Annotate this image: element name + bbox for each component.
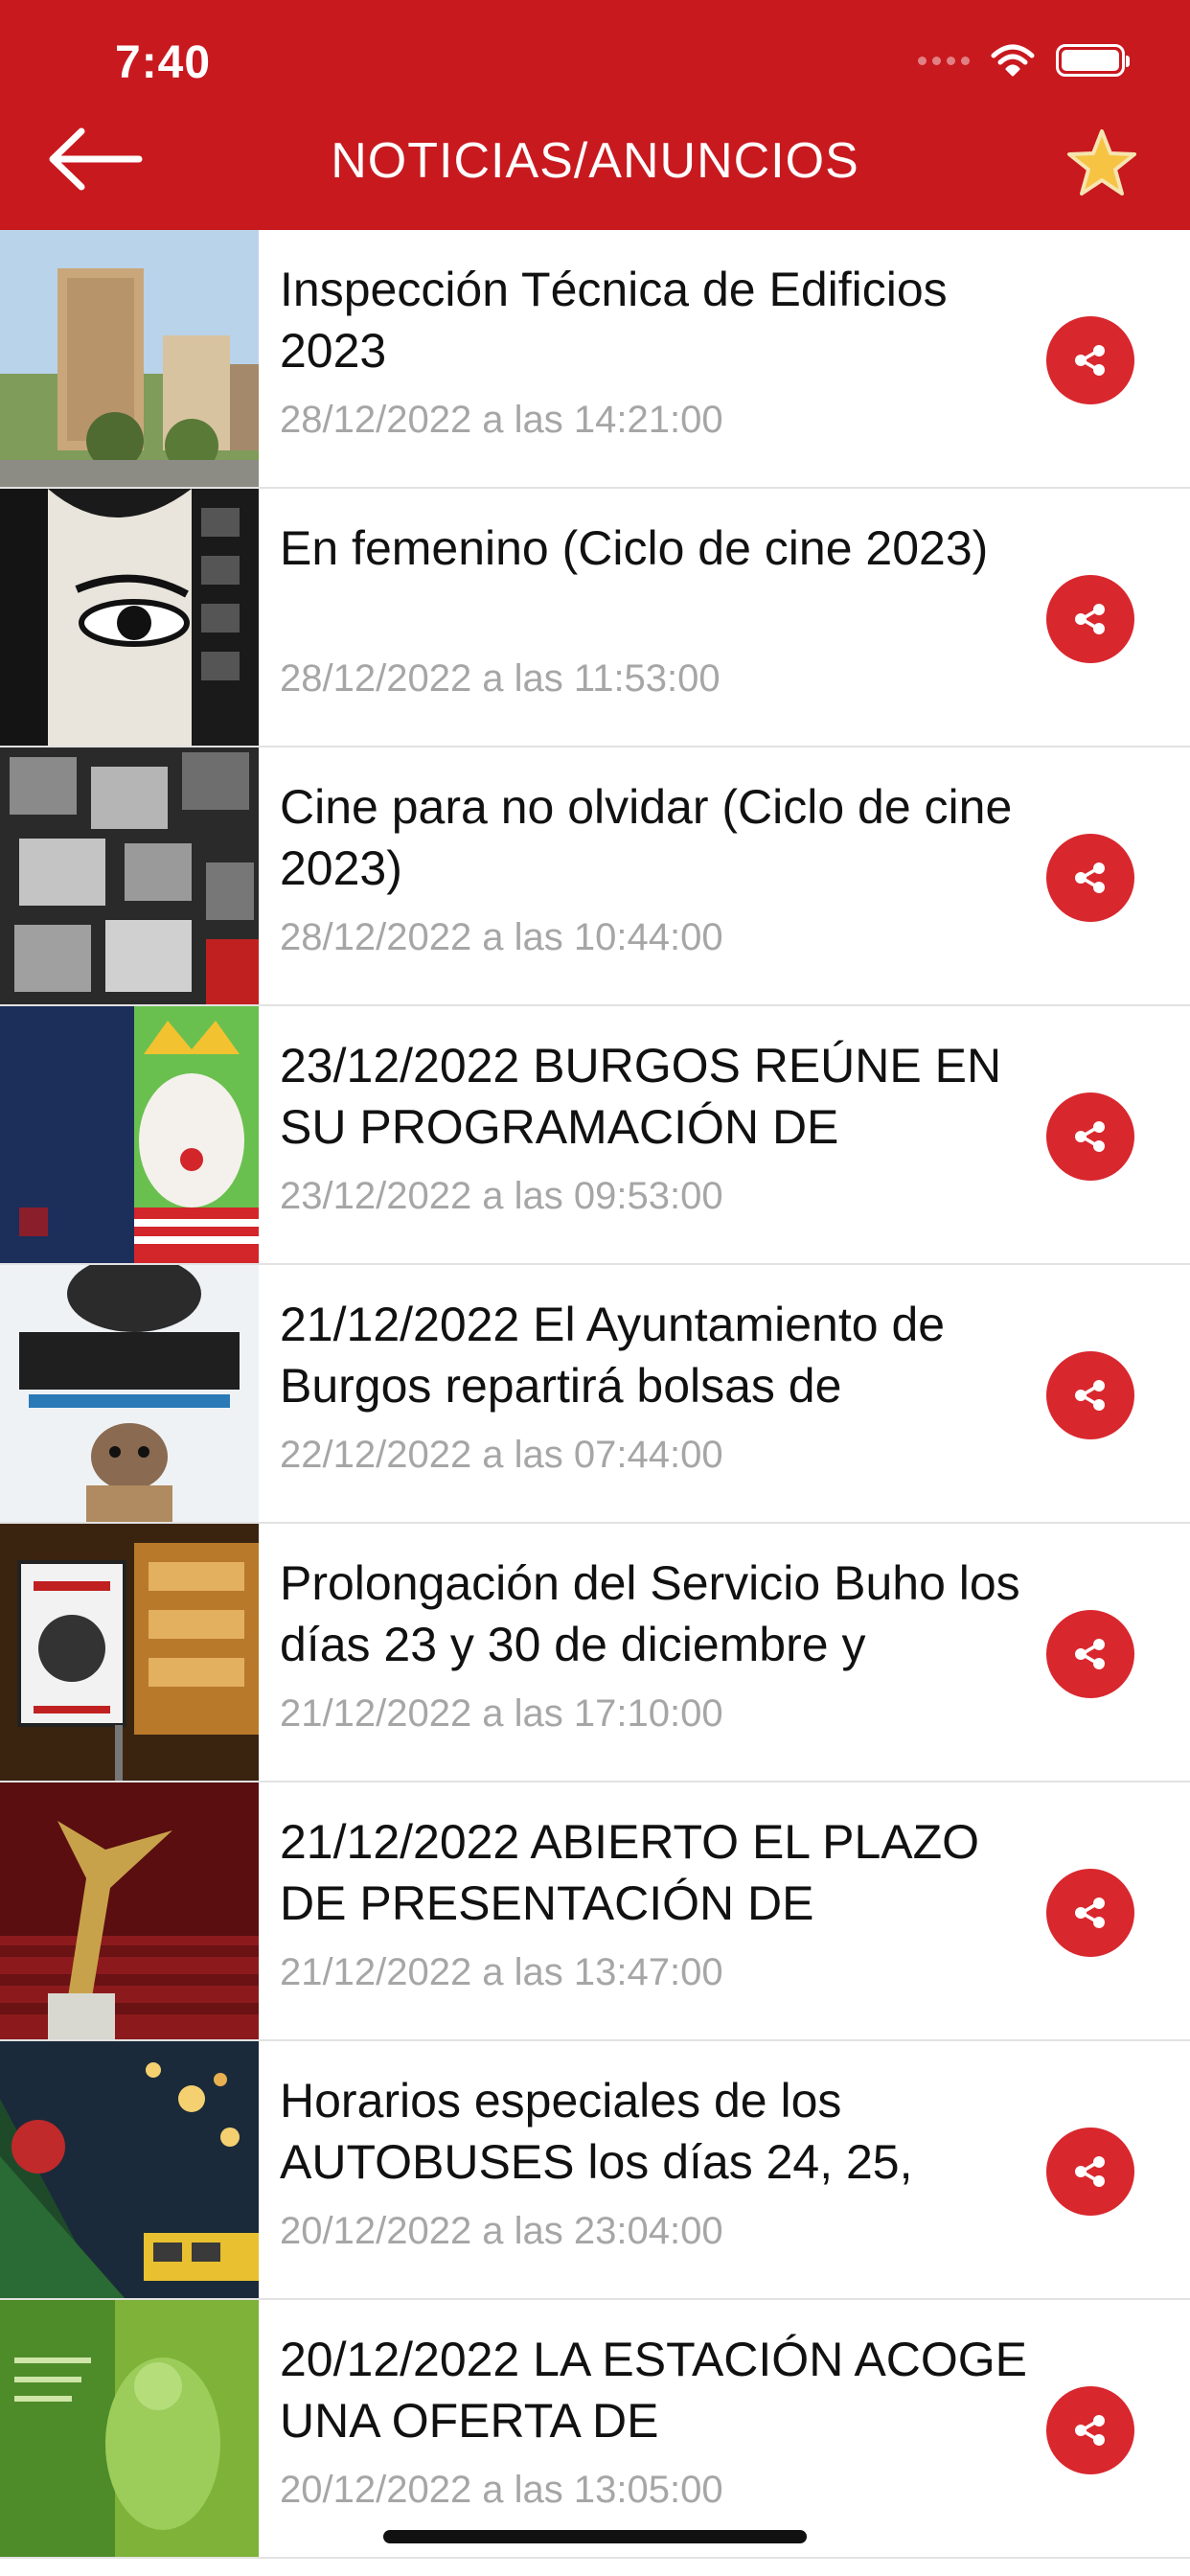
news-date: 22/12/2022 a las 07:44:00	[280, 1434, 723, 1476]
share-button[interactable]	[1046, 1869, 1134, 1957]
news-title: Inspección Técnica de Edificios 2023	[280, 263, 948, 378]
share-button[interactable]	[1046, 1351, 1134, 1439]
share-icon	[1075, 1380, 1105, 1411]
favorites-button[interactable]	[1058, 119, 1146, 207]
share-icon	[1075, 862, 1105, 893]
news-thumbnail	[0, 1524, 259, 1781]
share-icon	[1075, 1121, 1105, 1152]
share-icon	[1075, 1639, 1105, 1669]
news-item[interactable]: En femenino (Ciclo de cine 2023) 28/12/2…	[0, 489, 1190, 748]
news-thumbnail	[0, 2300, 259, 2557]
news-title: Cine para no olvidar (Ciclo de cine 2023…	[280, 780, 1013, 895]
share-icon	[1075, 1898, 1105, 1928]
news-item[interactable]: Horarios especiales de los AUTOBUSES los…	[0, 2041, 1190, 2300]
news-title: 21/12/2022 ABIERTO EL PLAZO DE PRESENTAC…	[280, 1815, 980, 1930]
news-date: 28/12/2022 a las 10:44:00	[280, 916, 723, 958]
share-button[interactable]	[1046, 834, 1134, 922]
news-title: En femenino (Ciclo de cine 2023)	[280, 521, 989, 575]
share-button[interactable]	[1046, 1092, 1134, 1181]
news-thumbnail	[0, 1265, 259, 1522]
news-thumbnail	[0, 1006, 259, 1263]
news-item[interactable]: 21/12/2022 ABIERTO EL PLAZO DE PRESENTAC…	[0, 1782, 1190, 2041]
share-icon	[1075, 2415, 1105, 2446]
wifi-icon	[991, 44, 1035, 77]
home-indicator[interactable]	[383, 2530, 807, 2543]
news-date: 23/12/2022 a las 09:53:00	[280, 1175, 723, 1217]
news-item[interactable]: Cine para no olvidar (Ciclo de cine 2023…	[0, 748, 1190, 1006]
share-icon	[1075, 604, 1105, 634]
news-item[interactable]: 20/12/2022 LA ESTACIÓN ACOGE UNA OFERTA …	[0, 2300, 1190, 2559]
news-title: Horarios especiales de los AUTOBUSES los…	[280, 2074, 913, 2189]
share-button[interactable]	[1046, 2386, 1134, 2474]
share-button[interactable]	[1046, 2128, 1134, 2216]
news-date: 20/12/2022 a las 13:05:00	[280, 2469, 723, 2511]
news-thumbnail	[0, 230, 259, 487]
news-item[interactable]: Prolongación del Servicio Buho los días …	[0, 1524, 1190, 1782]
page-title: NOTICIAS/ANUNCIOS	[331, 133, 859, 189]
news-list: Inspección Técnica de Edificios 2023 28/…	[0, 230, 1190, 2559]
news-item[interactable]: Inspección Técnica de Edificios 2023 28/…	[0, 230, 1190, 489]
cellular-signal-icon	[918, 56, 970, 65]
news-thumbnail	[0, 1782, 259, 2039]
news-title: 21/12/2022 El Ayuntamiento de Burgos rep…	[280, 1298, 946, 1413]
status-icons	[918, 44, 1130, 77]
news-thumbnail	[0, 748, 259, 1004]
news-thumbnail	[0, 2041, 259, 2298]
news-title: 20/12/2022 LA ESTACIÓN ACOGE UNA OFERTA …	[280, 2333, 1028, 2448]
status-time: 7:40	[115, 37, 212, 88]
news-title: Prolongación del Servicio Buho los días …	[280, 1556, 1020, 1671]
news-thumbnail	[0, 489, 259, 746]
share-button[interactable]	[1046, 575, 1134, 663]
battery-icon	[1056, 44, 1130, 77]
news-date: 28/12/2022 a las 11:53:00	[280, 657, 721, 700]
news-date: 20/12/2022 a las 23:04:00	[280, 2210, 723, 2252]
share-icon	[1075, 345, 1105, 376]
news-date: 21/12/2022 a las 13:47:00	[280, 1951, 723, 1993]
news-date: 21/12/2022 a las 17:10:00	[280, 1692, 723, 1735]
share-button[interactable]	[1046, 316, 1134, 404]
news-item[interactable]: 23/12/2022 BURGOS REÚNE EN SU PROGRAMACI…	[0, 1006, 1190, 1265]
news-item[interactable]: 21/12/2022 El Ayuntamiento de Burgos rep…	[0, 1265, 1190, 1524]
share-icon	[1075, 2156, 1105, 2187]
news-title: 23/12/2022 BURGOS REÚNE EN SU PROGRAMACI…	[280, 1039, 1002, 1154]
share-button[interactable]	[1046, 1610, 1134, 1698]
news-date: 28/12/2022 a las 14:21:00	[280, 399, 723, 441]
star-icon	[1067, 129, 1136, 196]
app-header: 7:40 NOTICIAS/ANUNCIOS	[0, 0, 1190, 230]
